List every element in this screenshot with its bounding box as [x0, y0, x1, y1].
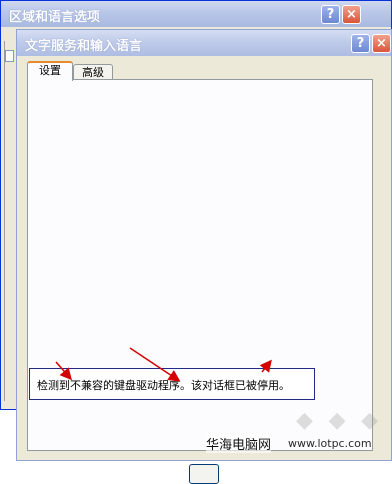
annotation-arrow [129, 347, 181, 382]
annotation-arrow [55, 361, 72, 381]
annotation-arrow [259, 359, 272, 373]
watermark-ghost-text: ◆ ◆ ◆ [296, 408, 383, 433]
ok-button-fragment[interactable] [189, 464, 219, 484]
tab-settings[interactable]: 设置 [27, 61, 73, 81]
watermark-site-name: 华海电脑网 [206, 434, 272, 453]
watermark-url: www.lotpc.com [288, 437, 372, 450]
